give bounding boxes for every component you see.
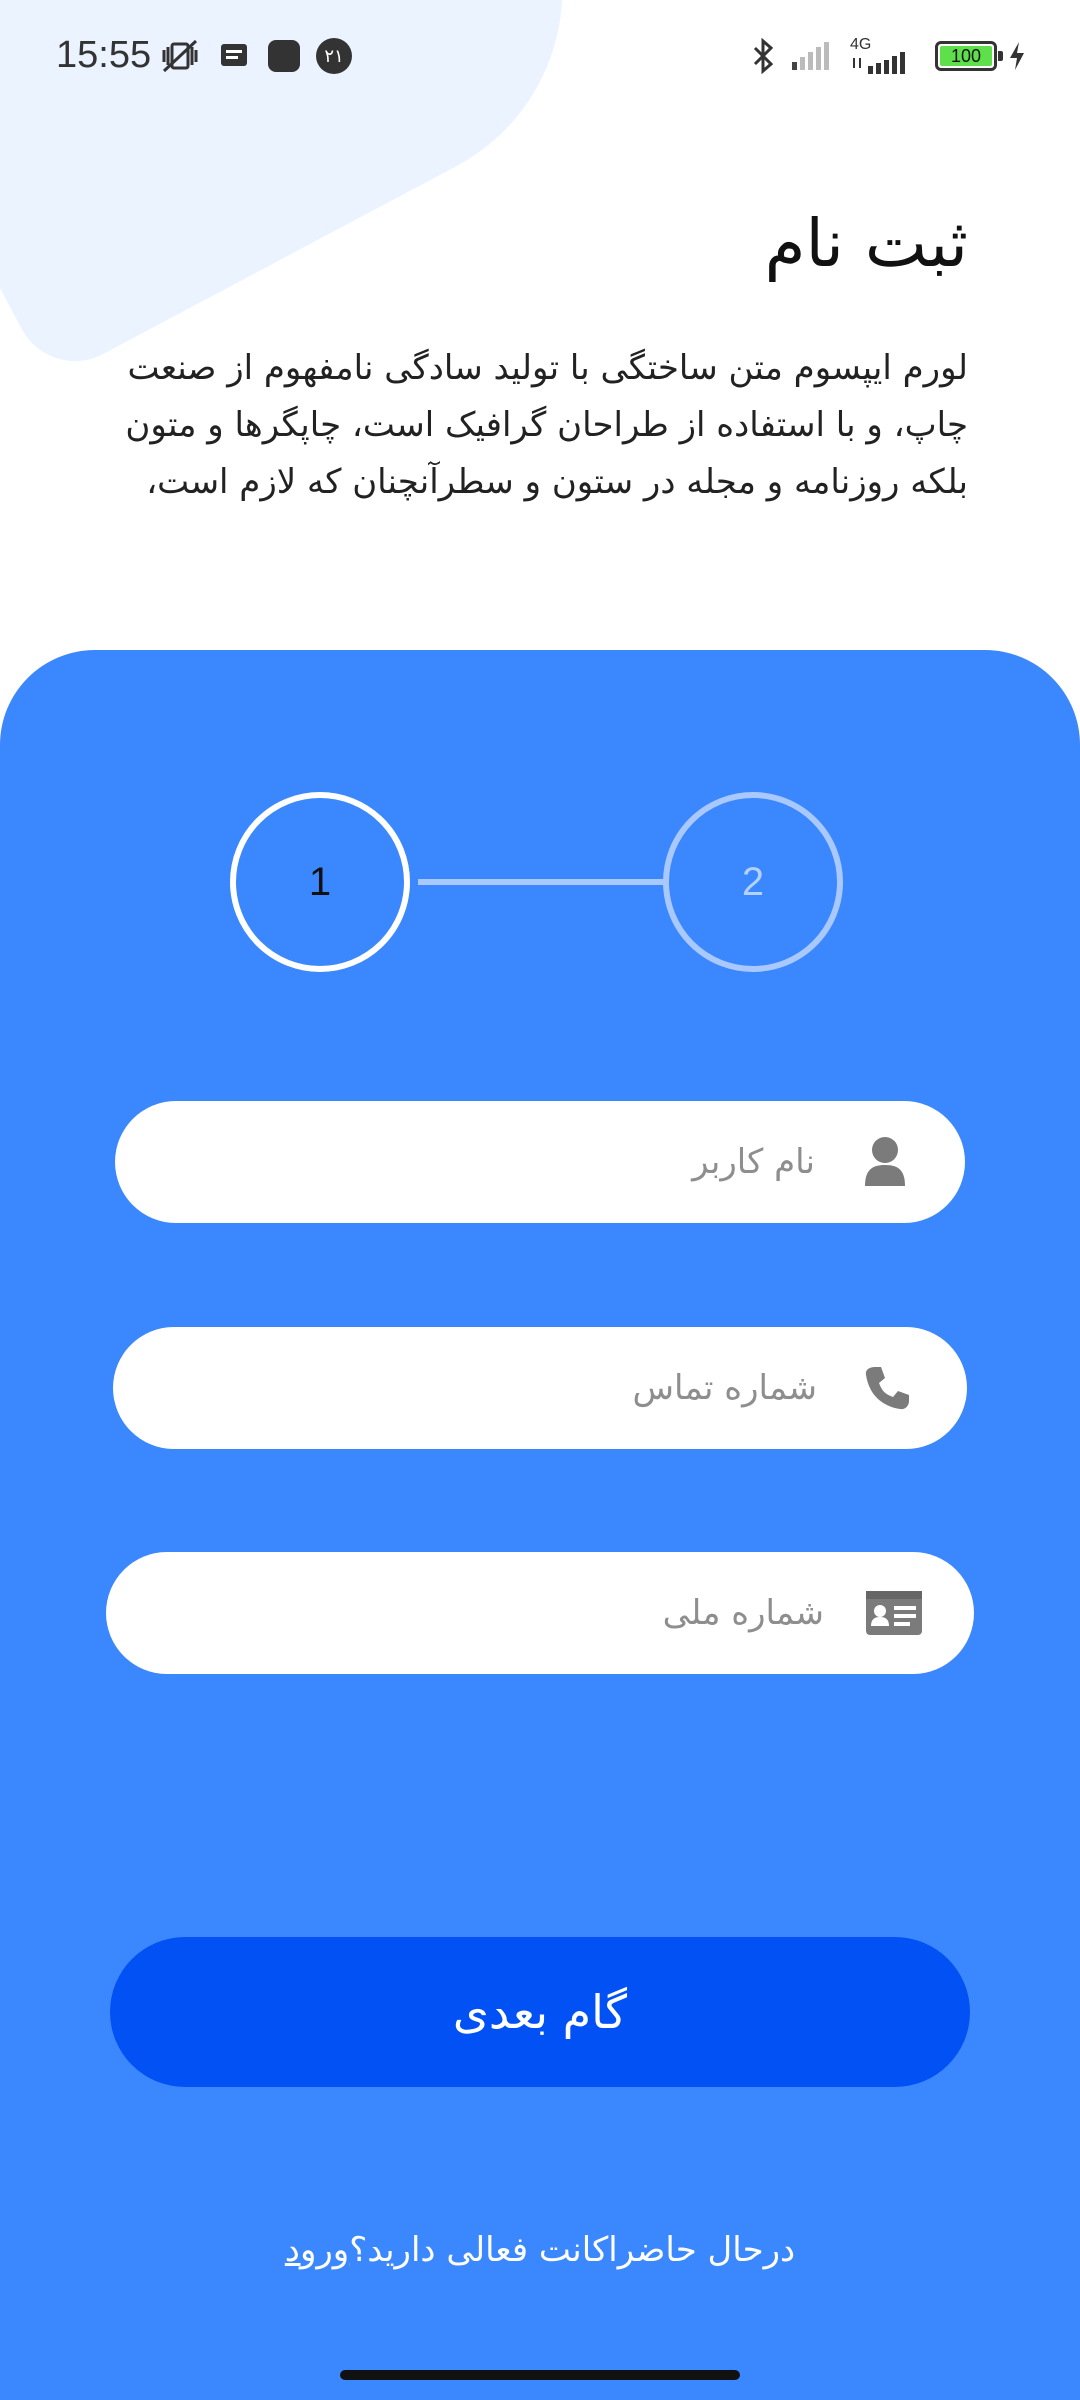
- status-time: 15:55: [56, 34, 152, 76]
- user-icon: [855, 1132, 915, 1192]
- step-1-indicator: 1: [230, 792, 410, 972]
- network-type-label: 4G: [850, 36, 872, 53]
- national-id-field[interactable]: [106, 1552, 974, 1674]
- id-card-icon: [864, 1583, 924, 1643]
- national-id-input[interactable]: [106, 1592, 826, 1634]
- charging-icon: [1006, 38, 1028, 74]
- step-connector: [418, 879, 664, 885]
- phone-field[interactable]: [113, 1327, 967, 1449]
- bluetooth-icon: [748, 38, 778, 74]
- signal-4g-icon: 4G: [850, 36, 916, 74]
- notification-count-badge: ۲۱: [316, 38, 352, 74]
- app-icon: [266, 38, 302, 74]
- login-prompt-text: درحال حاضراکانت فعالی دارید؟: [349, 2230, 796, 2270]
- page-description: لورم ایپسوم متن ساختگی با تولید سادگی نا…: [125, 348, 968, 502]
- notification-count: ۲۱: [316, 38, 352, 74]
- phone-icon: [857, 1358, 917, 1418]
- step-2-indicator: 2: [663, 792, 843, 972]
- status-bar: 15:55 ۲۱ 4G 100: [0, 0, 1080, 116]
- phone-input[interactable]: [113, 1367, 819, 1409]
- login-prompt: درحال حاضراکانت فعالی دارید؟ورود: [0, 2230, 1080, 2270]
- username-input[interactable]: [115, 1141, 817, 1183]
- message-icon: [218, 38, 250, 74]
- home-indicator[interactable]: [340, 2370, 740, 2380]
- registration-card: 1 2 گام بعدی درحال حاضراکانت فعالی دارید…: [0, 650, 1080, 2400]
- username-field[interactable]: [115, 1101, 965, 1223]
- signal-icon: [790, 38, 836, 74]
- page-title: ثبت نام: [764, 205, 968, 282]
- mute-vibrate-icon: [158, 38, 202, 74]
- battery-level: 100: [950, 45, 982, 66]
- battery-icon: 100: [930, 38, 1003, 74]
- login-link[interactable]: ورود: [285, 2230, 349, 2270]
- next-step-button[interactable]: گام بعدی: [110, 1937, 970, 2087]
